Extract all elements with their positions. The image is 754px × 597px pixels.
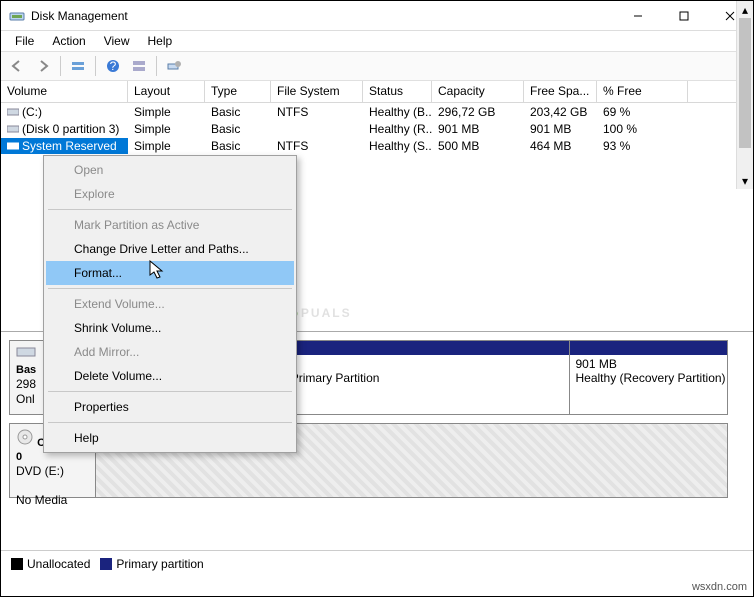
volume-capacity: 500 MB: [432, 138, 524, 154]
partition-header: [570, 341, 728, 355]
minimize-button[interactable]: [615, 1, 661, 31]
volume-icon: [7, 106, 19, 118]
volume-fs: [271, 128, 363, 130]
app-icon: [9, 8, 25, 24]
col-type[interactable]: Type: [205, 81, 271, 102]
ctx-change-drive-letter[interactable]: Change Drive Letter and Paths...: [46, 237, 294, 261]
menu-file[interactable]: File: [7, 32, 42, 50]
toolbar-separator: [95, 56, 96, 76]
col-volume[interactable]: Volume: [1, 81, 128, 102]
settings-button[interactable]: [127, 54, 151, 78]
volume-row[interactable]: (Disk 0 partition 3) Simple Basic Health…: [1, 120, 753, 137]
legend-primary-label: Primary partition: [116, 557, 203, 571]
volume-name: System Reserved: [22, 139, 117, 153]
volume-layout: Simple: [128, 121, 205, 137]
volume-free: 464 MB: [524, 138, 597, 154]
view-button[interactable]: [66, 54, 90, 78]
menu-bar: File Action View Help: [1, 31, 753, 51]
cdrom-icon: [16, 428, 34, 446]
disk-0-status: Onl: [16, 392, 35, 406]
ctx-shrink-volume[interactable]: Shrink Volume...: [46, 316, 294, 340]
col-layout[interactable]: Layout: [128, 81, 205, 102]
volume-status: Healthy (R...: [363, 121, 432, 137]
col-free-space[interactable]: Free Spa...: [524, 81, 597, 102]
toolbar-separator: [156, 56, 157, 76]
volume-free: 901 MB: [524, 121, 597, 137]
volume-pct: 100 %: [597, 121, 688, 137]
col-status[interactable]: Status: [363, 81, 432, 102]
disk-icon: [16, 345, 36, 359]
svg-text:?: ?: [110, 59, 117, 73]
volume-pct: 93 %: [597, 138, 688, 154]
volume-pct: 69 %: [597, 104, 688, 120]
title-bar: Disk Management: [1, 1, 753, 31]
volume-capacity: 901 MB: [432, 121, 524, 137]
window-title: Disk Management: [31, 9, 615, 23]
volume-status: Healthy (B...: [363, 104, 432, 120]
ctx-properties[interactable]: Properties: [46, 395, 294, 419]
volume-row[interactable]: (C:) Simple Basic NTFS Healthy (B... 296…: [1, 103, 753, 120]
ctx-help[interactable]: Help: [46, 426, 294, 450]
column-headers: Volume Layout Type File System Status Ca…: [1, 81, 753, 103]
volume-fs: NTFS: [271, 138, 363, 154]
cdrom-status: No Media: [16, 493, 67, 507]
volume-icon: [7, 123, 19, 135]
partition-size: 901 MB: [576, 357, 617, 371]
ctx-add-mirror[interactable]: Add Mirror...: [46, 340, 294, 364]
disk-0-size: 298: [16, 377, 36, 391]
help-button[interactable]: ?: [101, 54, 125, 78]
legend-unallocated-swatch: [11, 558, 23, 570]
col-capacity[interactable]: Capacity: [432, 81, 524, 102]
volume-type: Basic: [205, 138, 271, 154]
volume-type: Basic: [205, 104, 271, 120]
ctx-extend-volume[interactable]: Extend Volume...: [46, 292, 294, 316]
ctx-delete-volume[interactable]: Delete Volume...: [46, 364, 294, 388]
legend-primary-swatch: [100, 558, 112, 570]
ctx-separator: [48, 288, 292, 289]
partition-status: Healthy (Recovery Partition): [576, 371, 726, 385]
volume-layout: Simple: [128, 104, 205, 120]
volume-name: (Disk 0 partition 3): [22, 122, 119, 136]
volume-status: Healthy (S...: [363, 138, 432, 154]
volume-fs: NTFS: [271, 104, 363, 120]
volume-type: Basic: [205, 121, 271, 137]
legend: Unallocated Primary partition: [1, 550, 753, 576]
col-percent-free[interactable]: % Free: [597, 81, 688, 102]
forward-button[interactable]: [31, 54, 55, 78]
menu-action[interactable]: Action: [44, 32, 93, 50]
context-menu: Open Explore Mark Partition as Active Ch…: [43, 155, 297, 453]
maximize-button[interactable]: [661, 1, 707, 31]
volume-icon: [7, 140, 19, 152]
ctx-separator: [48, 422, 292, 423]
ctx-separator: [48, 209, 292, 210]
volume-free: 203,42 GB: [524, 104, 597, 120]
partition-recovery[interactable]: 901 MB Healthy (Recovery Partition): [570, 341, 728, 414]
ctx-format[interactable]: Format...: [46, 261, 294, 285]
toolbar: ?: [1, 51, 753, 81]
back-button[interactable]: [5, 54, 29, 78]
disk-0-type: Bas: [16, 364, 36, 376]
legend-unallocated-label: Unallocated: [27, 557, 90, 571]
col-filesystem[interactable]: File System: [271, 81, 363, 102]
volume-row-selected[interactable]: System Reserved Simple Basic NTFS Health…: [1, 137, 753, 154]
volume-capacity: 296,72 GB: [432, 104, 524, 120]
ctx-open[interactable]: Open: [46, 158, 294, 182]
volume-layout: Simple: [128, 138, 205, 154]
menu-help[interactable]: Help: [140, 32, 181, 50]
toolbar-separator: [60, 56, 61, 76]
volume-name: (C:): [22, 105, 42, 119]
ctx-explore[interactable]: Explore: [46, 182, 294, 206]
cdrom-drive: DVD (E:): [16, 464, 64, 478]
ctx-separator: [48, 391, 292, 392]
ctx-mark-active[interactable]: Mark Partition as Active: [46, 213, 294, 237]
refresh-view-button[interactable]: [162, 54, 186, 78]
menu-view[interactable]: View: [96, 32, 138, 50]
footer-credit: wsxdn.com: [692, 578, 747, 596]
